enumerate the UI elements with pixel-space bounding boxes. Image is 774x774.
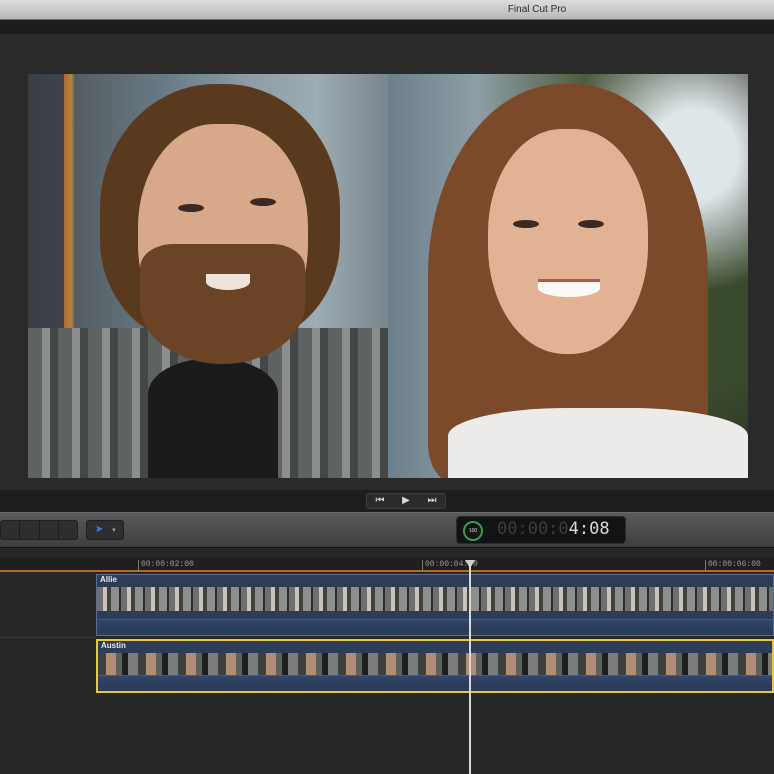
play-button[interactable]: ▶ — [395, 494, 417, 508]
right-angle-woman — [388, 74, 748, 478]
audio-waveform — [97, 619, 773, 631]
window-title: Final Cut Pro — [507, 4, 567, 15]
previous-edit-button[interactable]: ⏮ — [369, 494, 391, 508]
audio-waveform — [98, 675, 772, 687]
timecode-dim: 00:00:0 — [497, 519, 569, 539]
multicam-clip-allie[interactable]: Allie — [96, 574, 774, 636]
insert-clip-icon[interactable] — [20, 521, 40, 539]
beard — [140, 244, 305, 364]
clip-name: Austin — [101, 641, 126, 650]
black-tee — [148, 358, 278, 478]
transport-controls: ⏮ ▶ ⏭ — [366, 493, 446, 509]
video-frame[interactable] — [28, 74, 748, 478]
timecode-display[interactable]: 00:00:04:08 — [497, 519, 610, 539]
timeline-ruler[interactable]: 00:00:02:00 00:00:04:00 00:00:06:00 — [0, 558, 774, 572]
ruler-tick: 00:00:02:00 — [138, 560, 194, 572]
arrow-cursor-icon: ➤ — [95, 524, 104, 535]
edit-buttons-group[interactable] — [0, 520, 78, 540]
eye — [513, 220, 539, 228]
face-right — [488, 129, 648, 354]
next-edit-button[interactable]: ⏭ — [421, 494, 443, 508]
timecode-lit: 4:08 — [568, 519, 610, 539]
chevron-down-icon: ▾ — [112, 527, 116, 534]
select-tool-button[interactable]: ➤ ▾ — [86, 520, 124, 540]
toolbar: ➤ ▾ — [0, 512, 774, 548]
ruler-tick: 00:00:06:00 — [705, 560, 761, 572]
overwrite-dropdown-icon[interactable] — [59, 521, 77, 539]
white-top — [448, 408, 748, 478]
timeline[interactable]: 00:00:02:00 00:00:04:00 00:00:06:00 Alli… — [0, 548, 774, 774]
multicam-clip-austin[interactable]: Austin — [96, 639, 774, 693]
clip-filmstrip — [98, 653, 772, 677]
left-angle-man — [28, 74, 388, 478]
title-bar: Final Cut Pro — [0, 0, 774, 20]
mouth-right — [538, 279, 600, 297]
clip-filmstrip — [97, 587, 773, 611]
eye — [178, 204, 204, 212]
clip-name: Allie — [100, 575, 117, 584]
viewer — [0, 20, 774, 490]
connect-clip-icon[interactable] — [1, 521, 21, 539]
eye — [250, 198, 276, 206]
eye — [578, 220, 604, 228]
playhead[interactable] — [469, 563, 471, 774]
dashboard[interactable]: 100 00:00:04:08 — [456, 516, 626, 544]
append-clip-icon[interactable] — [40, 521, 59, 539]
lane-separator — [0, 637, 96, 638]
viewer-frame — [0, 34, 774, 490]
mouth-left — [206, 274, 250, 290]
background-tasks-dial[interactable]: 100 — [463, 521, 483, 541]
